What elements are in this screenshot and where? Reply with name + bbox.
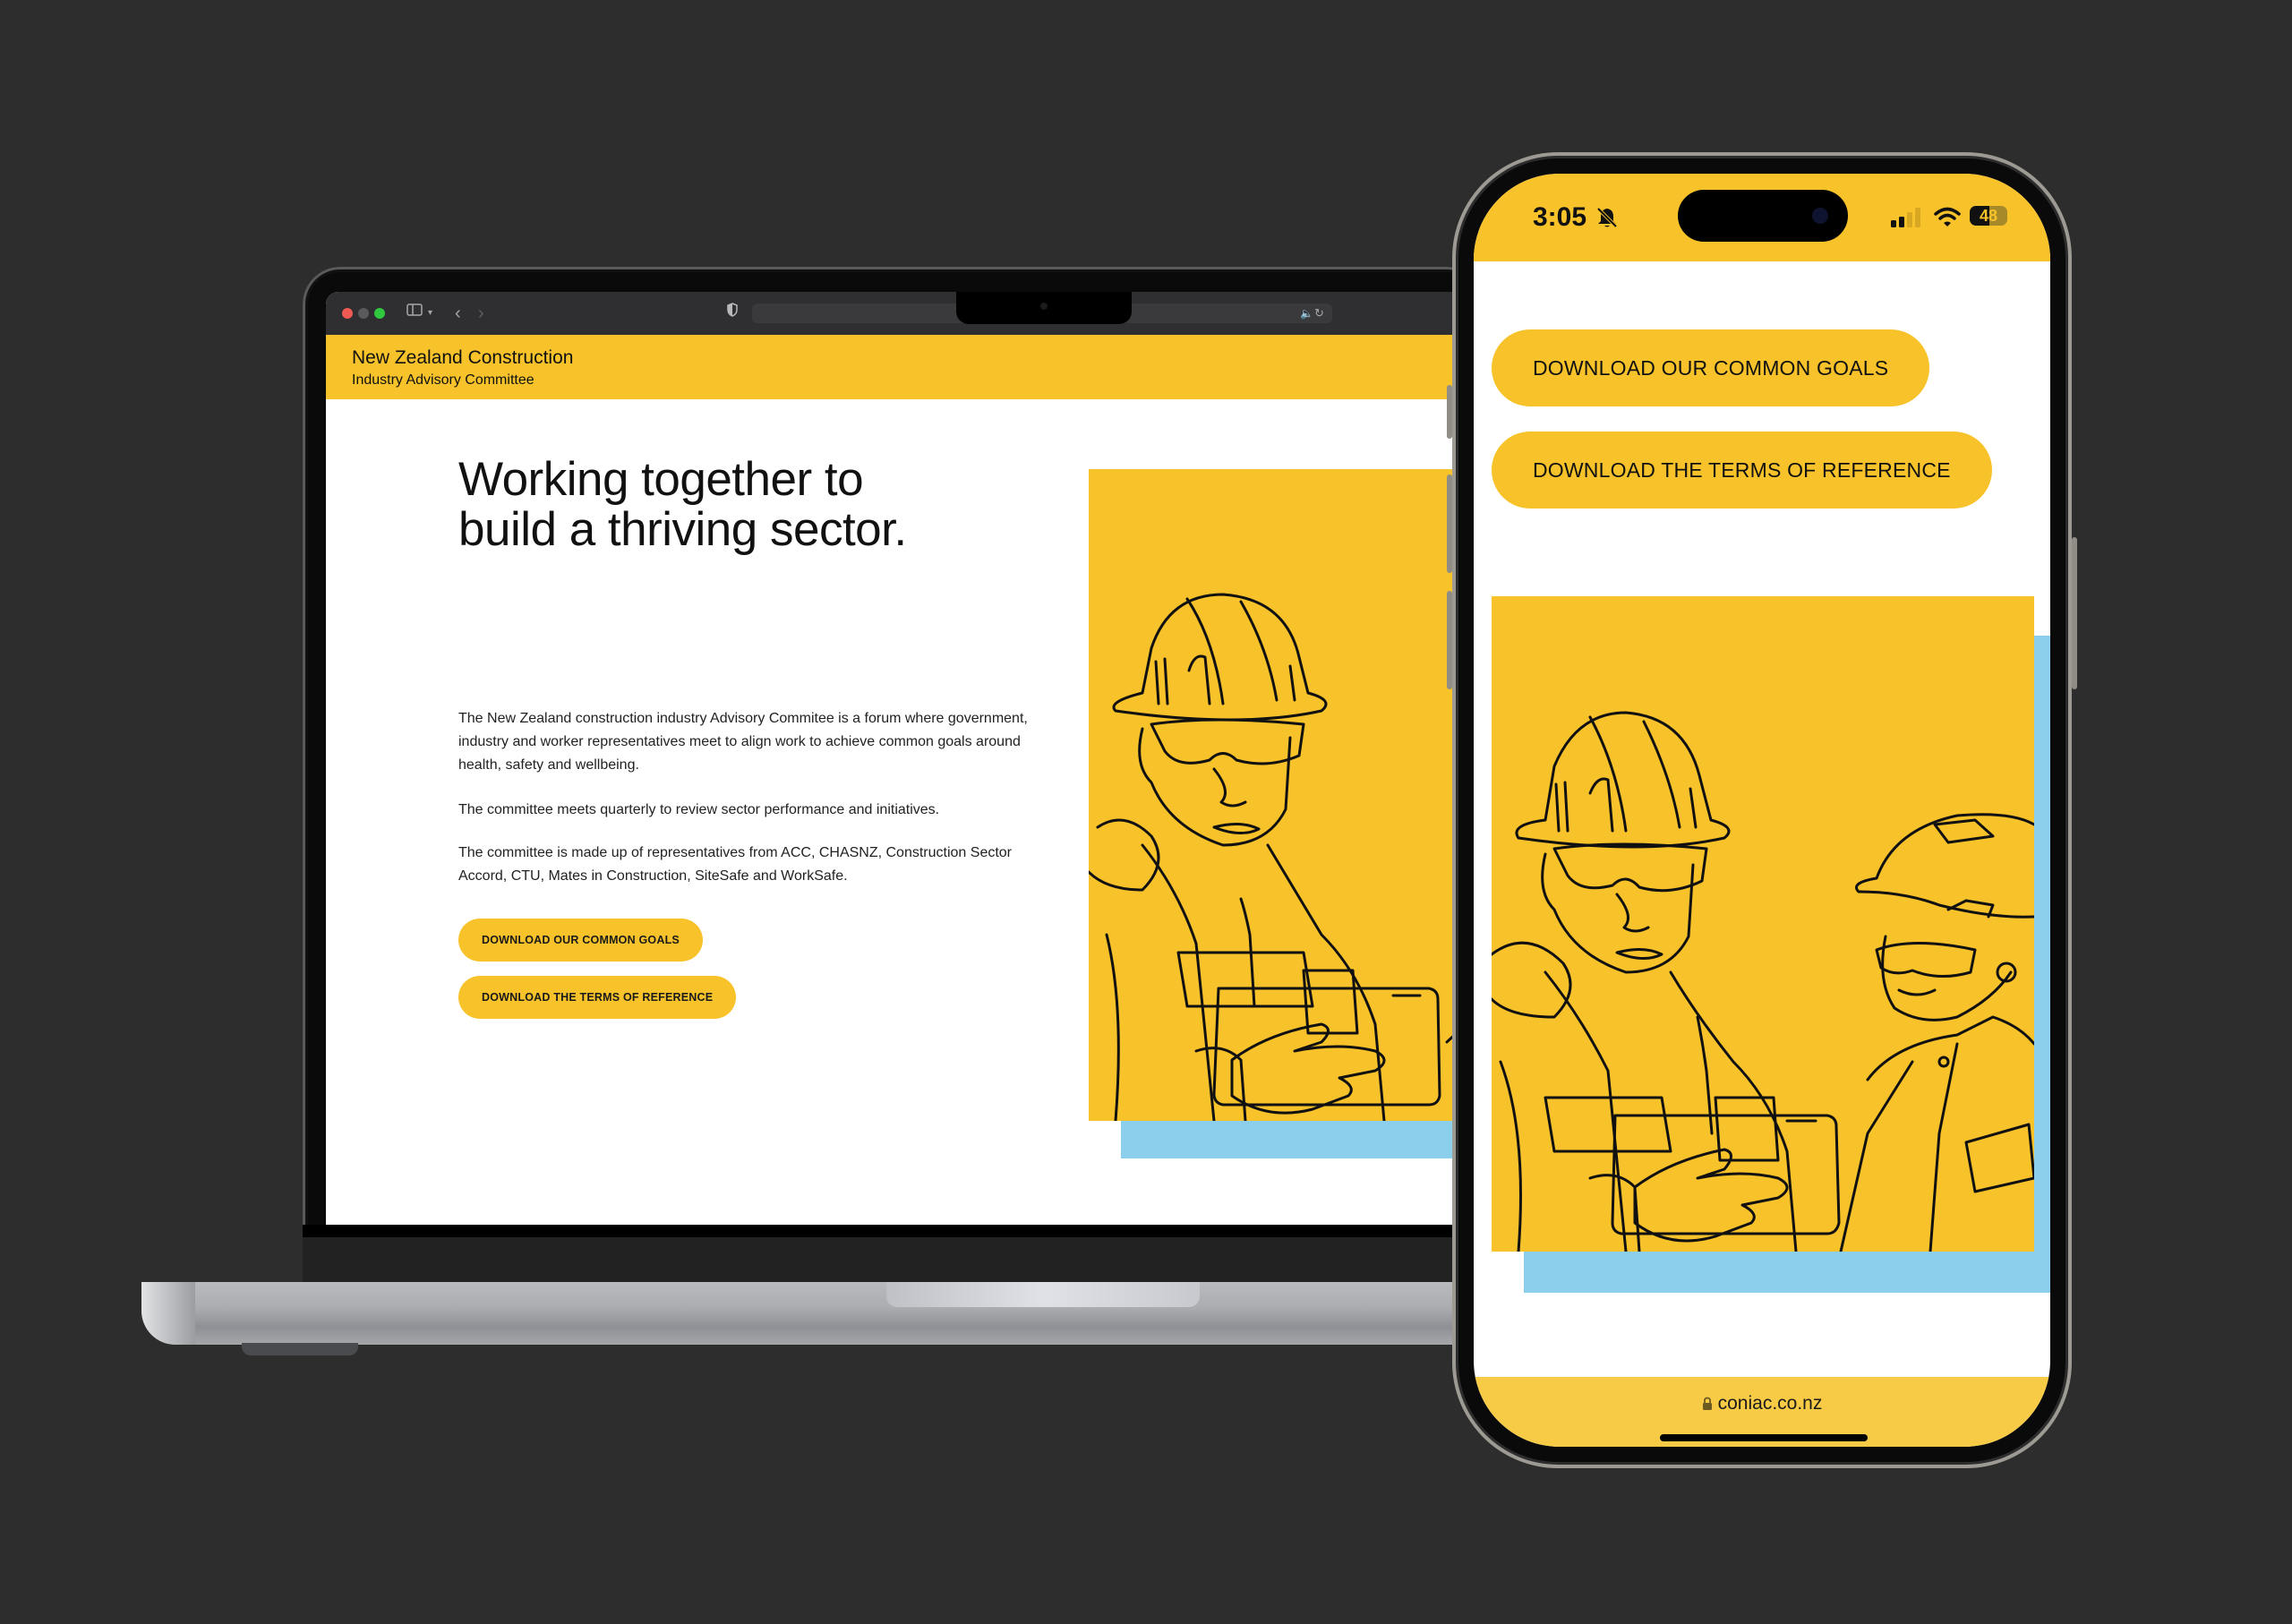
hero-illustration bbox=[1089, 469, 1490, 1158]
status-time: 3:05 bbox=[1533, 202, 1587, 232]
front-camera-icon bbox=[1812, 208, 1828, 224]
phone-screen: 3:05 48 DOWNLOAD OUR COMMON GOALS DOWNLO… bbox=[1474, 174, 2050, 1447]
laptop-opening-notch bbox=[886, 1282, 1200, 1307]
sidebar-icon[interactable] bbox=[406, 303, 423, 324]
zoom-window-button[interactable] bbox=[374, 308, 385, 319]
phone-hero-illustration bbox=[1492, 596, 2050, 1295]
laptop-base bbox=[141, 1282, 1493, 1345]
phone-side-button bbox=[2072, 537, 2077, 689]
dynamic-island bbox=[1678, 190, 1848, 242]
laptop-foot bbox=[242, 1343, 358, 1355]
intro-paragraph: The New Zealand construction industry Ad… bbox=[458, 711, 1028, 773]
hero-heading-line-2: build a thriving sector. bbox=[458, 503, 907, 556]
meetings-paragraph: The committee meets quarterly to review … bbox=[458, 802, 940, 817]
laptop-screen: ▾ ‹ › 🔈 ↻ New Zealand Construction Indus… bbox=[326, 292, 1490, 1225]
illustration-yellow-panel bbox=[1089, 469, 1490, 1121]
construction-workers-illustration bbox=[1089, 593, 1490, 1121]
lock-icon bbox=[1702, 1395, 1713, 1416]
chevron-down-icon[interactable]: ▾ bbox=[428, 303, 432, 324]
illustration-blue-backdrop bbox=[1121, 1119, 1490, 1158]
back-icon[interactable]: ‹ bbox=[455, 303, 461, 324]
illustration-yellow-panel bbox=[1492, 596, 2034, 1252]
shield-icon bbox=[727, 303, 738, 324]
laptop-bezel bbox=[303, 1225, 1484, 1291]
hero-heading-line-1: Working together to bbox=[458, 453, 864, 506]
url-display[interactable]: coniac.co.nz bbox=[1474, 1393, 2050, 1416]
url-text: coniac.co.nz bbox=[1717, 1393, 1823, 1414]
home-indicator[interactable] bbox=[1660, 1434, 1868, 1441]
download-terms-of-reference-button[interactable]: DOWNLOAD THE TERMS OF REFERENCE bbox=[458, 976, 737, 1019]
camera-notch bbox=[956, 292, 1132, 324]
silent-bell-icon bbox=[1596, 207, 1618, 228]
safari-address-bar[interactable]: coniac.co.nz bbox=[1474, 1377, 2050, 1447]
wifi-icon bbox=[1934, 207, 1961, 227]
minimize-window-button[interactable] bbox=[358, 308, 369, 319]
phone-download-terms-of-reference-button[interactable]: DOWNLOAD THE TERMS OF REFERENCE bbox=[1492, 432, 1992, 509]
phone-download-common-goals-button[interactable]: DOWNLOAD OUR COMMON GOALS bbox=[1492, 329, 1930, 406]
site-subtitle: Industry Advisory Committee bbox=[352, 372, 535, 388]
browser-toolbar: ▾ ‹ › 🔈 ↻ bbox=[326, 292, 1490, 336]
close-window-button[interactable] bbox=[342, 308, 353, 319]
members-paragraph: The committee is made up of representati… bbox=[458, 845, 1013, 884]
hero-heading: Working together to build a thriving sec… bbox=[458, 455, 1031, 555]
site-title[interactable]: New Zealand Construction bbox=[352, 347, 573, 369]
audio-icon[interactable]: 🔈 bbox=[1300, 303, 1313, 324]
battery-icon: 48 bbox=[1970, 206, 2007, 226]
reload-icon[interactable]: ↻ bbox=[1314, 303, 1324, 324]
signal-icon bbox=[1891, 208, 1920, 227]
status-bar: 3:05 48 bbox=[1474, 174, 2050, 261]
camera-icon bbox=[1040, 303, 1048, 310]
download-common-goals-button[interactable]: DOWNLOAD OUR COMMON GOALS bbox=[458, 919, 703, 962]
site-header: New Zealand Construction Industry Adviso… bbox=[326, 335, 1490, 399]
forward-icon[interactable]: › bbox=[478, 303, 484, 324]
construction-workers-illustration bbox=[1492, 711, 2034, 1252]
